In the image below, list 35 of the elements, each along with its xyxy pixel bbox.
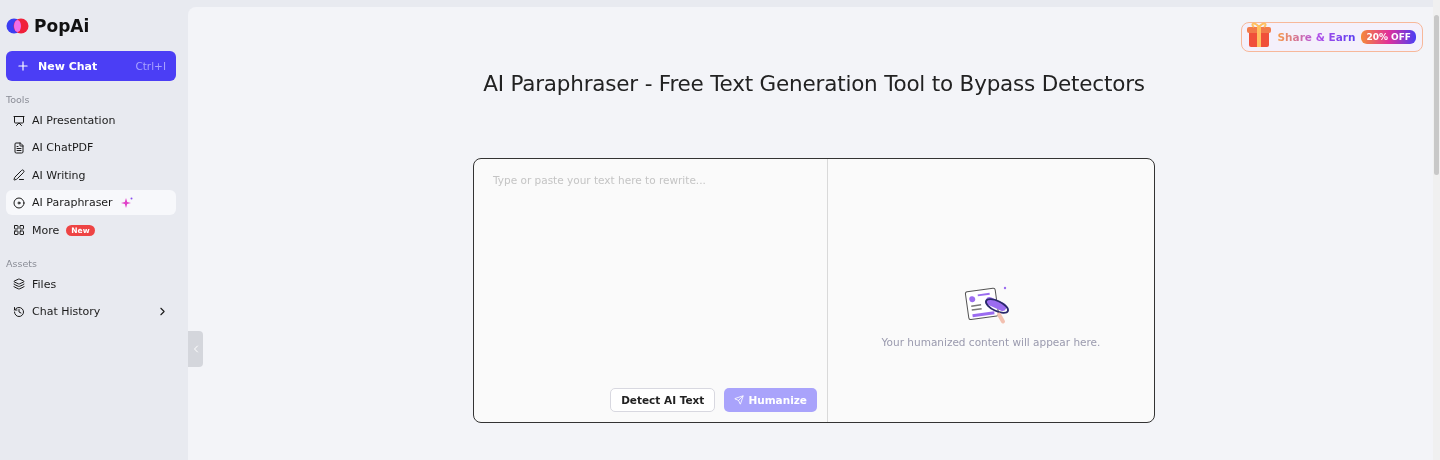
item-label: AI ChatPDF (32, 141, 94, 155)
sidebar-item[interactable]: Chat History (6, 299, 176, 325)
share-earn-banner[interactable]: Share & Earn 20% OFF (1240, 22, 1423, 52)
send-icon (734, 395, 745, 405)
logo-icon (6, 17, 30, 35)
item-label: AI Writing (32, 168, 86, 182)
item-icon (13, 114, 25, 127)
promo-label: Share & Earn (1277, 31, 1356, 43)
scrollbar[interactable] (1433, 0, 1440, 460)
item-label: More (32, 223, 60, 237)
detect-button[interactable]: Detect AI Text (610, 388, 716, 412)
empty-state-text: Your humanized content will appear here. (881, 335, 1101, 348)
plus-icon (16, 59, 30, 73)
item-icon (13, 169, 25, 182)
sidebar-item[interactable]: AI ChatPDF (6, 135, 176, 161)
sidebar-item[interactable]: AI Paraphraser (6, 190, 176, 216)
item-icon (13, 305, 25, 318)
item-icon (13, 196, 25, 209)
item-icon (13, 141, 25, 154)
section-title: Assets (6, 257, 38, 269)
item-icon (13, 278, 25, 291)
item-label: AI Presentation (32, 114, 116, 127)
new-chat-button[interactable]: New Chat Ctrl+I (6, 51, 176, 81)
item-icon (13, 224, 25, 237)
collapse-handle[interactable] (188, 331, 203, 367)
sidebar-item[interactable]: AI Presentation (6, 108, 176, 133)
discount-badge: 20% OFF (1361, 30, 1416, 44)
sidebar-item[interactable]: AI Writing (6, 162, 176, 188)
item-label: Chat History (32, 305, 101, 319)
sidebar-item[interactable]: Files (6, 271, 176, 297)
item-label: Files (32, 277, 57, 291)
item-label: AI Paraphraser (32, 196, 113, 210)
page-title: AI Paraphraser - Free Text Generation Tool to Bypass Detectors (483, 71, 1145, 96)
section-title: Tools (6, 94, 31, 105)
logo-text: PopAi (34, 16, 90, 36)
